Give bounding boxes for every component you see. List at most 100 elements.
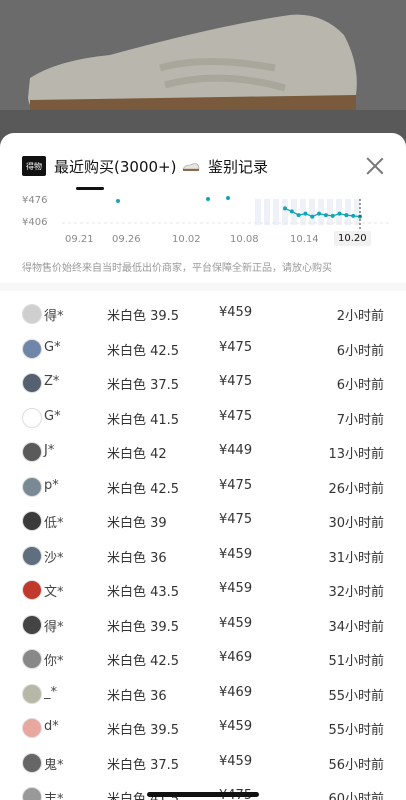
y-tick-label: ¥476 [22,195,48,206]
buyer-name: G* [44,339,61,355]
tab-recent-purchases-label: 最近购买(3000+) [54,157,177,176]
volume-bar [354,199,360,225]
table-row: Z* 米白色 37.5 ¥475 6小时前 [0,365,406,400]
table-row: J* 米白色 42 ¥449 13小时前 [0,434,406,469]
color-size: 米白色 42.5 [107,481,180,497]
product-image-backdrop [0,0,406,150]
color-size: 米白色 42 [107,447,167,462]
time-ago: 31小时前 [328,550,384,566]
time-ago: 55小时前 [328,688,384,704]
price-point [116,199,120,203]
time-ago: 26小时前 [328,481,384,497]
color-size: 米白色 37.5 [107,757,180,773]
close-icon[interactable] [364,155,386,177]
volume-bar [345,199,351,225]
color-size: 米白色 39 [107,516,167,531]
sale-price: ¥469 [219,684,253,700]
avatar [22,718,42,738]
color-size: 米白色 37.5 [107,378,180,393]
sale-price: ¥459 [219,581,253,596]
time-ago: 13小时前 [328,447,384,462]
sale-price: ¥475 [219,512,253,527]
avatar [22,683,42,704]
tab-bar: 得物 最近购买(3000+) 鉴别记录 [0,133,406,193]
table-row: G* 米白色 42.5 ¥475 6小时前 [0,331,406,366]
price-point [330,213,335,218]
avatar [22,545,42,566]
purchase-records-list: 得* 米白色 39.5 ¥459 2小时前 G* 米白色 42.5 ¥475 6小时前 Z* 米白… [0,296,406,800]
volume-bar [282,199,288,225]
table-row: 得* 米白色 39.5 ¥459 2小时前 [0,296,406,331]
volume-bar [327,199,333,225]
price-point [289,209,294,214]
buyer-name: J* [44,443,55,458]
time-ago: 30小时前 [328,516,384,531]
volume-bar [309,199,315,225]
sale-price: ¥475 [219,477,253,493]
price-point [206,197,210,201]
y-tick-label: ¥406 [22,217,48,228]
color-size: 米白色 39.5 [107,309,180,324]
x-tick-label: 10.08 [230,234,259,245]
price-guarantee-note: 得物售价始终来自当时最低出价商家，平台保障全新正品，请放心购买 [22,263,332,274]
avatar [22,580,42,600]
price-point [337,211,342,216]
x-tick-label: 09.21 [65,234,94,245]
table-row: d* 米白色 39.5 ¥459 55小时前 [0,710,406,745]
color-size: 米白色 41.5 [107,412,180,428]
home-indicator[interactable] [147,792,259,797]
sale-price: ¥459 [219,753,253,769]
table-row: 鬼* 米白色 37.5 ¥459 56小时前 [0,745,406,780]
tab-recent-purchases[interactable]: 得物 最近购买(3000+) [22,155,176,177]
color-size: 米白色 42.5 [107,654,180,669]
price-point [303,211,308,216]
price-point [296,213,301,218]
price-point [317,211,322,216]
time-ago: 7小时前 [336,412,384,428]
buyer-name: 得* [44,309,64,324]
time-ago: 51小时前 [328,654,384,669]
avatar [22,511,42,531]
time-ago: 55小时前 [328,723,384,738]
avatar [22,649,42,669]
buyer-name: 你* [44,654,64,669]
buyer-name: G* [44,408,61,424]
price-point [310,214,315,219]
sneaker-thumbnail-icon [182,163,200,171]
table-row: 得* 米白色 39.5 ¥459 34小时前 [0,607,406,642]
buyer-name: 低* [44,516,64,531]
time-ago: 56小时前 [328,757,384,773]
color-size: 米白色 42.5 [107,343,180,359]
table-row: _* 米白色 36 ¥469 55小时前 [0,676,406,711]
price-point [283,206,287,211]
x-tick-label: 10.14 [290,234,319,245]
x-tick-label: 10.02 [172,234,201,245]
table-row: 文* 米白色 43.5 ¥459 32小时前 [0,572,406,607]
avatar [22,304,42,324]
price-point [351,213,356,218]
price-point [323,213,328,218]
table-row: 你* 米白色 42.5 ¥469 51小时前 [0,641,406,676]
buyer-name: 沙* [44,550,64,566]
avatar [22,614,42,635]
section-divider [0,283,406,291]
color-size: 米白色 39.5 [107,723,180,738]
tab-authentication-records-label: 鉴别记录 [208,157,269,176]
tab-authentication-records[interactable]: 鉴别记录 [182,155,268,177]
buyer-name: Z* [44,374,60,389]
buyer-name: 鬼* [44,757,64,773]
table-row: G* 米白色 41.5 ¥475 7小时前 [0,400,406,435]
dewu-logo-icon: 得物 [22,156,46,176]
color-size: 米白色 36 [107,550,167,566]
color-size: 米白色 43.5 [107,585,180,600]
color-size: 米白色 39.5 [107,619,180,635]
buyer-name: d* [44,719,59,734]
avatar [22,442,42,462]
sale-price: ¥475 [219,339,253,355]
selected-x-tick-label[interactable]: 10.20 [334,231,371,246]
sale-price: ¥469 [219,650,253,665]
volume-bar [255,199,261,225]
buyer-name: 得* [44,619,64,635]
time-ago: 6小时前 [336,343,384,359]
avatar [22,373,42,393]
